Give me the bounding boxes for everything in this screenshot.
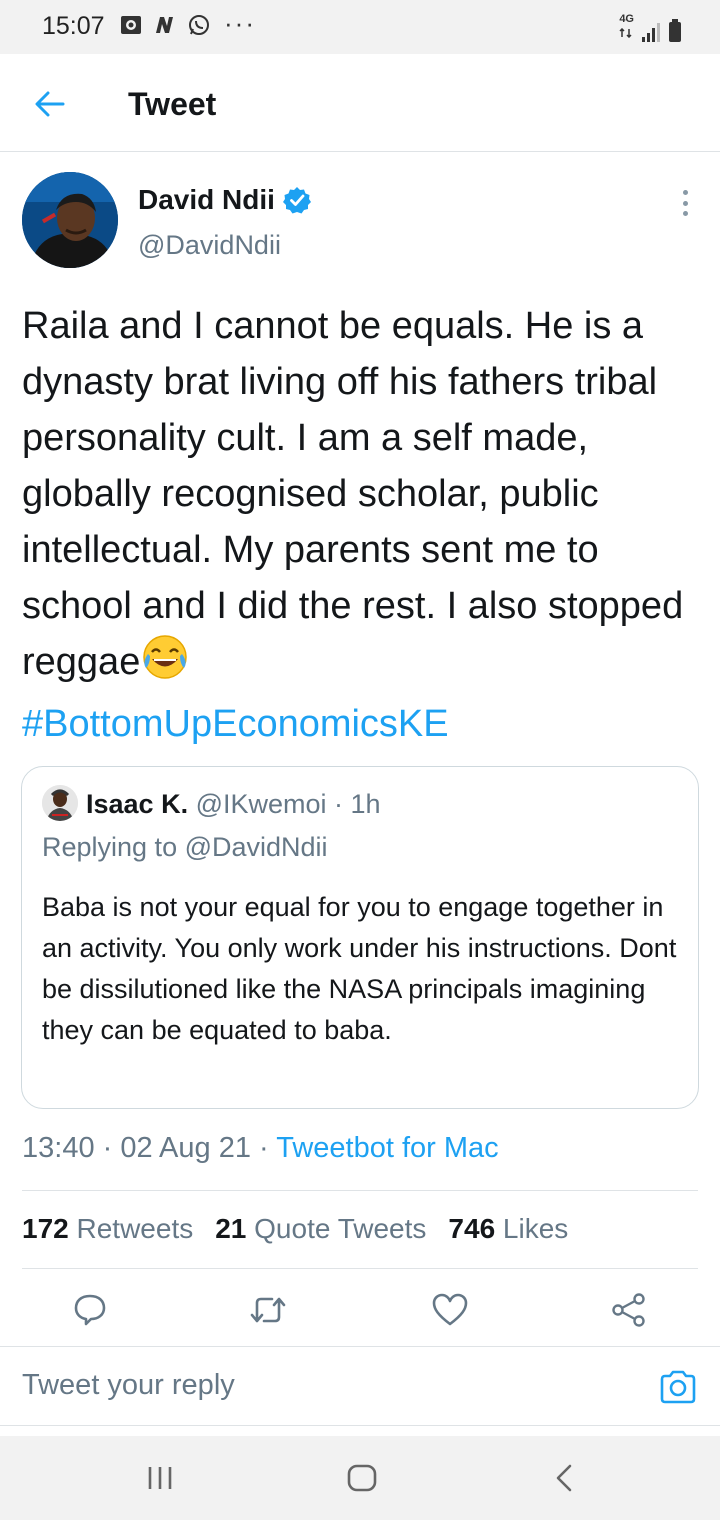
more-dot-icon — [682, 200, 688, 206]
laughing-emoji-icon — [140, 634, 190, 696]
status-bar: 15:07 ··· 4G — [0, 0, 720, 54]
network-indicator: 4G — [619, 14, 634, 43]
data-arrows-icon — [619, 27, 632, 39]
back-chevron-icon — [556, 1464, 572, 1492]
replying-mention[interactable]: @DavidNdii — [185, 832, 328, 862]
back-button[interactable] — [28, 82, 72, 126]
home-button[interactable] — [340, 1458, 384, 1498]
quote-count: 21 — [215, 1213, 247, 1244]
network-type: 4G — [619, 13, 634, 25]
more-notifications-icon: ··· — [224, 8, 256, 38]
reply-composer[interactable]: Tweet your reply — [0, 1346, 720, 1426]
more-dot-icon — [682, 211, 688, 216]
reply-input[interactable]: Tweet your reply — [22, 1369, 235, 1402]
quoted-header: Isaac K. @IKwemoi · 1h — [86, 789, 381, 820]
author-name-text: David Ndii — [138, 184, 275, 215]
retweet-icon — [250, 1297, 286, 1323]
likes-stat[interactable]: 746 Likes — [448, 1213, 568, 1245]
quoted-handle-time: @IKwemoi · 1h — [195, 789, 381, 819]
quoted-author-avatar — [42, 785, 78, 821]
tweet-stats: 172 Retweets 21 Quote Tweets 746 Likes — [22, 1213, 568, 1245]
retweet-button[interactable] — [248, 1290, 288, 1330]
tweet-timestamp: 13:40 · 02 Aug 21 · Tweetbot for Mac — [22, 1132, 499, 1165]
quote-tweets-stat[interactable]: 21 Quote Tweets — [215, 1213, 426, 1245]
source-app-link[interactable]: Tweetbot for Mac — [276, 1132, 498, 1164]
tweet-body: Raila and I cannot be equals. He is a dy… — [22, 305, 684, 683]
retweets-stat[interactable]: 172 Retweets — [22, 1213, 193, 1245]
like-icon — [432, 1293, 468, 1326]
replying-prefix: Replying to — [42, 832, 185, 862]
like-button[interactable] — [430, 1290, 470, 1330]
system-navigation-bar — [0, 1436, 720, 1520]
system-icons: 4G — [619, 14, 682, 43]
quoted-replying-to: Replying to @DavidNdii — [42, 832, 328, 863]
verified-badge-icon — [282, 187, 311, 214]
timestamp-text: 13:40 · 02 Aug 21 · — [22, 1132, 277, 1164]
reply-icon — [74, 1294, 106, 1326]
n-app-icon — [152, 12, 178, 38]
image-icon — [118, 12, 144, 38]
retweets-count: 172 — [22, 1213, 69, 1244]
author-avatar[interactable] — [22, 172, 118, 268]
quoted-tweet-card[interactable]: Isaac K. @IKwemoi · 1h Replying to @Davi… — [21, 766, 699, 1109]
back-arrow-icon — [35, 91, 65, 117]
tweet-text: Raila and I cannot be equals. He is a dy… — [22, 298, 712, 752]
notification-icons — [118, 12, 212, 38]
likes-label: Likes — [502, 1213, 569, 1244]
camera-icon — [660, 1370, 696, 1404]
battery-icon — [669, 19, 681, 42]
recent-apps-icon — [148, 1467, 172, 1489]
author-name[interactable]: David Ndii — [138, 184, 311, 216]
quote-label: Quote Tweets — [254, 1213, 427, 1244]
status-time: 15:07 — [42, 12, 105, 40]
quoted-avatar-photo — [42, 785, 78, 821]
author-handle[interactable]: @DavidNdii — [138, 230, 281, 261]
recent-apps-button[interactable] — [138, 1458, 182, 1498]
share-icon — [612, 1293, 645, 1327]
home-icon — [347, 1464, 377, 1492]
camera-button[interactable] — [656, 1367, 700, 1407]
quoted-author-name: Isaac K. — [86, 789, 189, 819]
tweet-actions — [0, 1280, 720, 1342]
back-nav-button[interactable] — [542, 1458, 586, 1498]
page-title: Tweet — [128, 86, 217, 122]
more-options-button[interactable] — [670, 186, 700, 220]
likes-count: 746 — [448, 1213, 496, 1244]
retweets-label: Retweets — [76, 1213, 194, 1244]
reply-button[interactable] — [70, 1290, 110, 1330]
divider — [22, 1190, 698, 1191]
whatsapp-icon — [186, 12, 212, 38]
avatar-photo — [22, 172, 118, 268]
top-app-bar: Tweet — [0, 54, 720, 152]
quoted-text: Baba is not your equal for you to engage… — [42, 892, 677, 1045]
more-dot-icon — [682, 190, 688, 195]
share-button[interactable] — [609, 1290, 649, 1330]
divider — [22, 1268, 698, 1269]
hashtag-link[interactable]: #BottomUpEconomicsKE — [22, 703, 449, 745]
signal-icon — [642, 23, 660, 42]
